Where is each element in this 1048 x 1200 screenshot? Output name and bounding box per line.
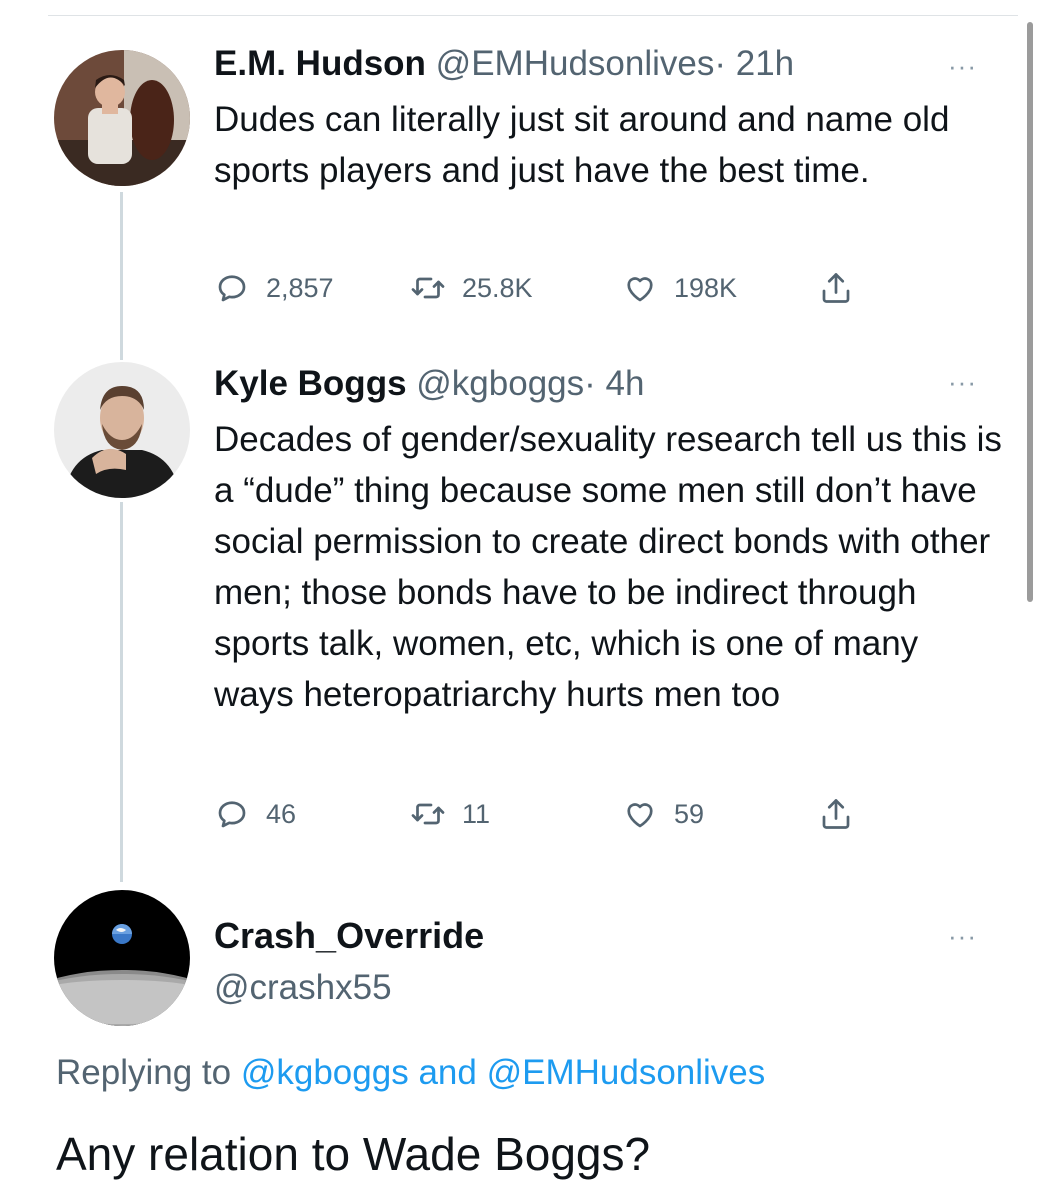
more-options-icon[interactable]: ···: [948, 369, 977, 395]
user-handle[interactable]: @crashx55: [214, 966, 392, 1010]
tweet-actions: 46 11 59: [214, 796, 854, 836]
display-name[interactable]: E.M. Hudson: [214, 44, 426, 83]
heart-outline-icon: [622, 270, 658, 306]
thread-line: [120, 192, 123, 360]
tweet-text: Decades of gender/sexuality research tel…: [214, 420, 1002, 714]
user-handle[interactable]: @kgboggs: [416, 364, 584, 403]
tweet-text: Dudes can literally just sit around and …: [214, 100, 950, 190]
top-divider: [48, 15, 1018, 16]
tweet-text: Any relation to Wade Boggs?: [56, 1128, 651, 1180]
tweet-header: E.M. Hudson @EMHudsonlives· 21h: [214, 42, 794, 86]
retweet-count: 11: [462, 798, 491, 829]
avatar[interactable]: [54, 362, 190, 498]
share-button[interactable]: [818, 796, 854, 832]
like-button[interactable]: 59: [622, 796, 704, 832]
more-options-icon[interactable]: ···: [948, 923, 977, 949]
reply-button[interactable]: 2,857: [214, 270, 334, 306]
share-button[interactable]: [818, 270, 854, 306]
scrollbar[interactable]: [1027, 22, 1033, 602]
like-count: 198K: [674, 272, 738, 303]
more-options-icon[interactable]: ···: [948, 53, 977, 79]
speech-bubble-icon: [214, 796, 250, 832]
speech-bubble-icon: [214, 270, 250, 306]
avatar[interactable]: [54, 50, 190, 186]
timestamp[interactable]: · 21h: [714, 44, 794, 83]
share-upload-icon: [818, 796, 854, 832]
retweet-button[interactable]: 25.8K: [410, 270, 533, 306]
heart-outline-icon: [622, 796, 658, 832]
replying-to-line: Replying to @kgboggs and @EMHudsonlives: [56, 1051, 765, 1095]
tweet-actions: 2,857 25.8K 198K: [214, 270, 854, 310]
like-count: 59: [674, 798, 705, 829]
display-name[interactable]: Kyle Boggs: [214, 364, 407, 403]
retweet-arrows-icon: [410, 796, 446, 832]
user-handle[interactable]: @EMHudsonlives: [436, 44, 715, 83]
mention-link[interactable]: @kgboggs: [241, 1053, 409, 1092]
share-upload-icon: [818, 270, 854, 306]
display-name[interactable]: Crash_Override: [214, 914, 484, 958]
retweet-count: 25.8K: [462, 272, 533, 303]
retweet-arrows-icon: [410, 270, 446, 306]
replying-prefix: Replying to: [56, 1053, 232, 1092]
mention-link[interactable]: @EMHudsonlives: [487, 1053, 766, 1092]
replying-and: and: [418, 1053, 477, 1092]
avatar[interactable]: [54, 890, 190, 1026]
reply-count: 2,857: [266, 272, 334, 303]
timestamp[interactable]: · 4h: [584, 364, 644, 403]
retweet-button[interactable]: 11: [410, 796, 490, 832]
like-button[interactable]: 198K: [622, 270, 737, 306]
thread-line: [120, 502, 123, 882]
reply-count: 46: [266, 798, 297, 829]
tweet-header: Kyle Boggs @kgboggs· 4h: [214, 362, 644, 406]
reply-button[interactable]: 46: [214, 796, 296, 832]
